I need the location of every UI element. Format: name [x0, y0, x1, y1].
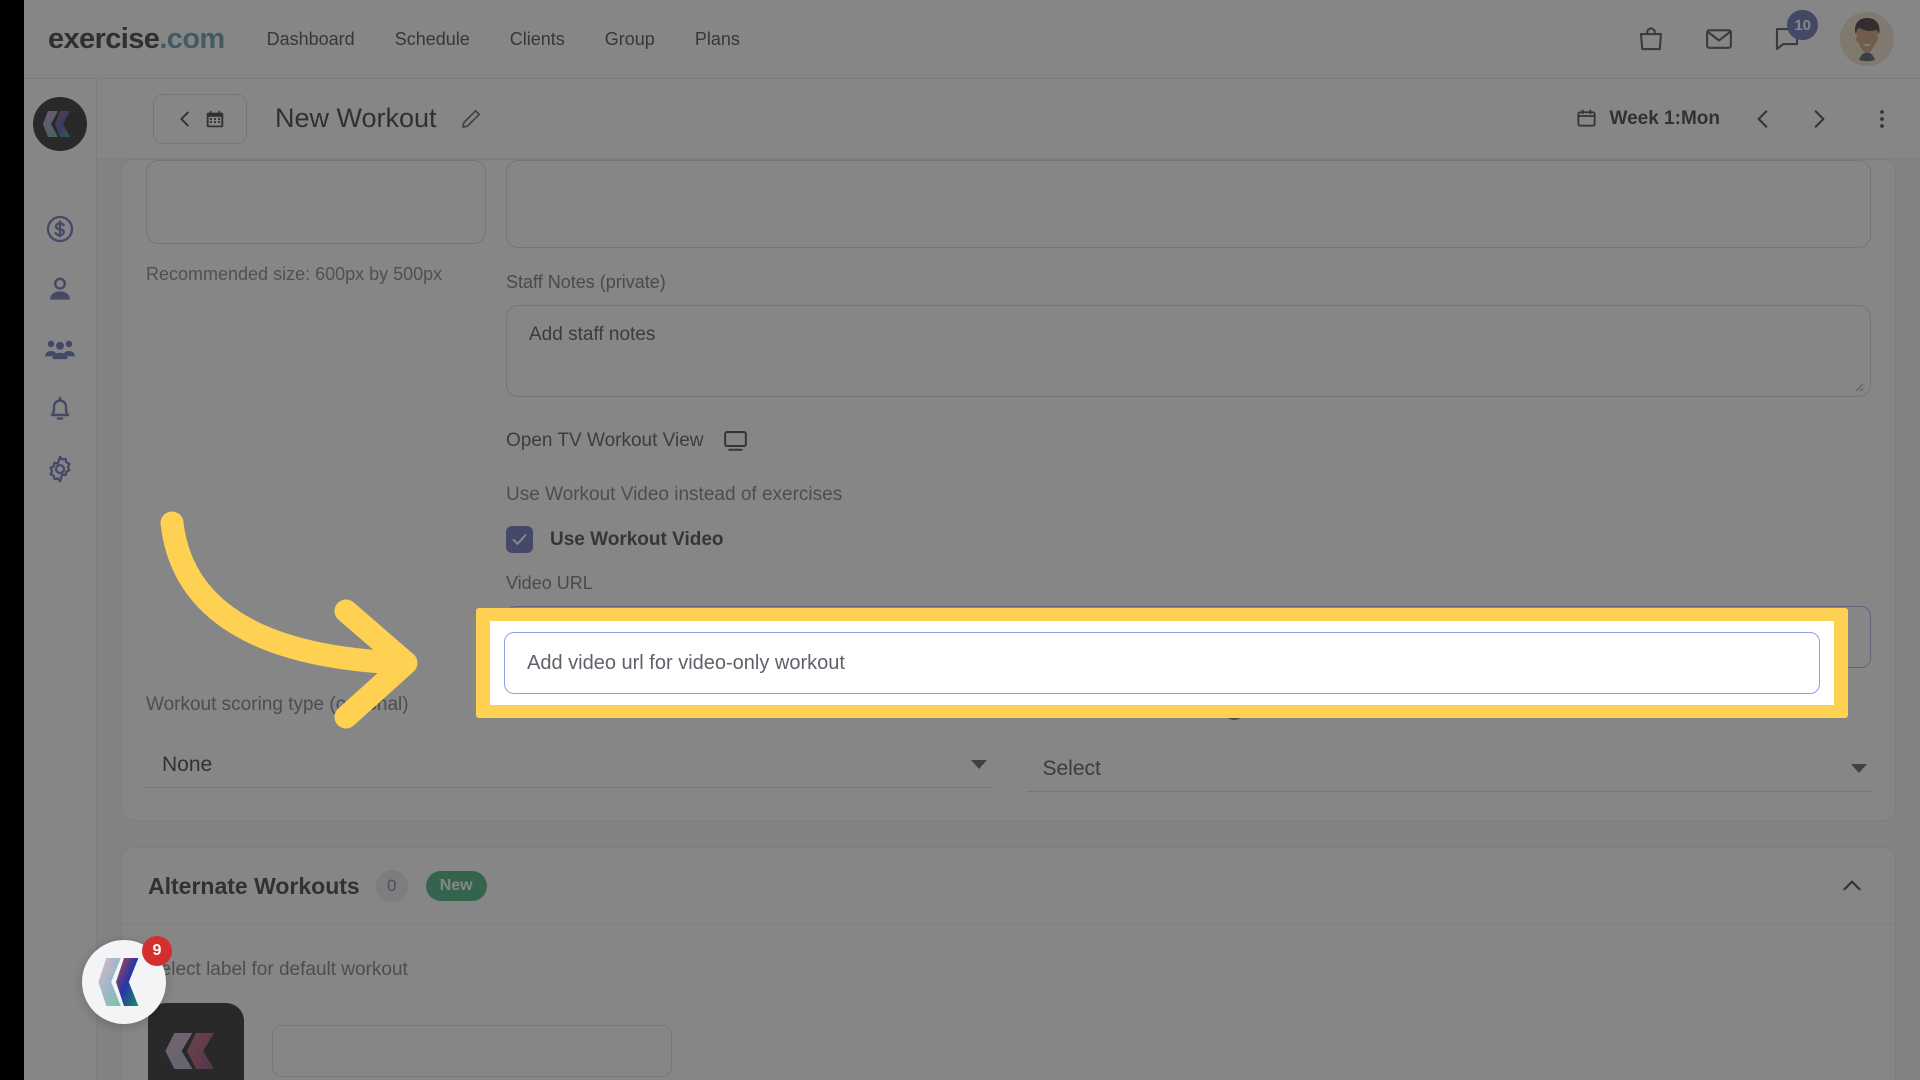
use-workout-video-row[interactable]: Use Workout Video [506, 526, 1871, 553]
shopping-bag-icon[interactable] [1636, 24, 1666, 54]
chevron-up-icon[interactable] [1839, 873, 1865, 899]
page-title: New Workout [275, 103, 437, 133]
image-size-hint: Recommended size: 600px by 500px [146, 264, 443, 284]
workout-description-textarea[interactable] [506, 160, 1871, 248]
sidebar-item-billing[interactable] [44, 213, 76, 245]
image-column: Recommended size: 600px by 500px [146, 160, 486, 668]
chevron-down-icon [1851, 764, 1867, 773]
top-nav-actions: 10 [1636, 10, 1894, 66]
brand-logo-suffix: .com [159, 22, 225, 55]
kebab-menu-icon[interactable] [1870, 106, 1894, 132]
assessment-value: Select [1042, 756, 1101, 780]
calendar-icon [1575, 107, 1598, 130]
assessment-select[interactable]: Select [1026, 746, 1871, 792]
use-workout-video-label: Use Workout Video [550, 528, 724, 550]
tv-workout-view-row: Open TV Workout View [506, 427, 1871, 454]
pencil-icon[interactable] [459, 107, 483, 131]
sidebar-item-groups[interactable] [44, 333, 76, 365]
alternate-workouts-card: Alternate Workouts 0 New Select label fo… [121, 847, 1896, 1080]
brand-logo-main: exercise [48, 22, 160, 55]
highlight-inner: Add video url for video-only workout [490, 621, 1834, 705]
sidebar-item-notifications[interactable] [44, 393, 76, 425]
nav-link-group[interactable]: Group [605, 29, 655, 50]
fields-column: Staff Notes (private) Add staff notes Op… [506, 160, 1871, 668]
nav-link-clients[interactable]: Clients [510, 29, 565, 50]
calendar-icon [204, 108, 226, 130]
alternate-workouts-body: Select label for default workout [122, 924, 1895, 1080]
workout-details-card: Recommended size: 600px by 500px Staff N… [121, 159, 1896, 821]
chevron-left-icon [174, 108, 196, 130]
sidebar-item-settings[interactable] [44, 453, 76, 485]
application-window: exercise.com Dashboard Schedule Clients … [24, 0, 1920, 1080]
help-widget-badge: 9 [142, 936, 172, 966]
video-url-label: Video URL [506, 573, 593, 593]
nav-link-dashboard[interactable]: Dashboard [267, 29, 355, 50]
app-logo[interactable] [33, 97, 87, 151]
highlight-box: Add video url for video-only workout [476, 608, 1848, 718]
chevron-down-icon [970, 760, 987, 769]
back-to-calendar-button[interactable] [153, 93, 247, 144]
default-workout-label: Select label for default workout [148, 959, 408, 980]
staff-notes-placeholder: Add staff notes [529, 324, 656, 345]
brand-logo[interactable]: exercise.com [48, 23, 225, 56]
video-url-input-highlighted[interactable]: Add video url for video-only workout [504, 632, 1820, 694]
default-workout-picker-row [148, 1003, 1869, 1080]
subheader-controls: Week 1:Mon [1575, 106, 1894, 132]
tv-workout-view-label: Open TV Workout View [506, 429, 704, 451]
next-day-button[interactable] [1806, 106, 1832, 132]
alternate-workouts-title: Alternate Workouts [148, 872, 360, 899]
use-video-hint: Use Workout Video instead of exercises [506, 484, 843, 505]
resize-handle-icon[interactable] [1852, 380, 1864, 392]
week-selector[interactable]: Week 1:Mon [1575, 107, 1720, 130]
page-subheader: New Workout Week 1:Mon [97, 79, 1920, 159]
screenshot-root: exercise.com Dashboard Schedule Clients … [0, 0, 1920, 1080]
top-navigation-bar: exercise.com Dashboard Schedule Clients … [24, 0, 1920, 79]
nav-link-plans[interactable]: Plans [695, 29, 740, 50]
avatar[interactable] [1840, 12, 1894, 66]
chat-icon[interactable]: 10 [1772, 10, 1818, 54]
new-badge: New [425, 871, 487, 901]
scoring-type-value: None [162, 752, 213, 776]
staff-notes-label: Staff Notes (private) [506, 272, 666, 292]
mail-icon[interactable] [1704, 24, 1734, 54]
workout-image-upload[interactable] [146, 160, 486, 244]
previous-day-button[interactable] [1750, 106, 1776, 132]
sidebar-item-profile[interactable] [44, 273, 76, 305]
video-url-placeholder-highlighted: Add video url for video-only workout [527, 651, 845, 674]
workout-thumbnail[interactable] [148, 1003, 244, 1080]
details-columns: Recommended size: 600px by 500px Staff N… [146, 160, 1871, 668]
nav-link-schedule[interactable]: Schedule [395, 29, 470, 50]
main-nav-links: Dashboard Schedule Clients Group Plans [267, 29, 740, 50]
chat-unread-badge: 10 [1787, 10, 1818, 40]
staff-notes-textarea[interactable]: Add staff notes [506, 305, 1871, 397]
use-workout-video-checkbox[interactable] [506, 526, 533, 553]
week-label: Week 1:Mon [1609, 107, 1720, 129]
default-workout-label-input[interactable] [272, 1025, 672, 1077]
left-sidebar [24, 79, 97, 1080]
scoring-type-select[interactable]: None [146, 742, 991, 788]
monitor-icon[interactable] [722, 427, 749, 454]
help-widget[interactable]: 9 [82, 936, 172, 1024]
alternate-workouts-count: 0 [375, 870, 408, 902]
alternate-workouts-header[interactable]: Alternate Workouts 0 New [122, 848, 1895, 924]
left-black-bar [0, 0, 24, 1080]
